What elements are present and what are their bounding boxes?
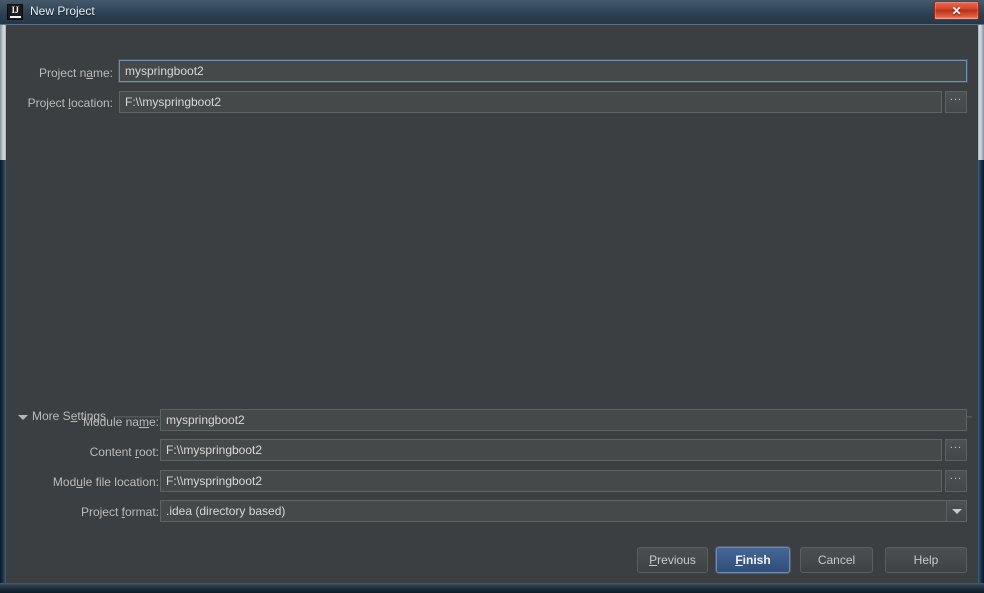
content-root-input[interactable]: F:\\myspringboot2 <box>160 439 942 461</box>
project-name-input[interactable]: myspringboot2 <box>119 60 967 82</box>
new-project-dialog: IJ New Project ✕ Project name: myspringb… <box>0 0 984 593</box>
window-border-right-top <box>978 24 984 164</box>
chevron-down-icon[interactable] <box>946 501 966 521</box>
window-border-right-bottom <box>978 160 984 593</box>
previous-button[interactable]: Previous <box>637 547 708 573</box>
module-file-location-input[interactable]: F:\\myspringboot2 <box>160 470 942 492</box>
window-border-bottom <box>0 583 984 593</box>
content-root-browse-button[interactable]: ... <box>945 439 967 461</box>
dialog-content: Project name: myspringboot2 Project loca… <box>6 25 978 583</box>
title-bar[interactable]: IJ New Project ✕ <box>0 0 984 25</box>
project-location-label: Project location: <box>27 96 113 110</box>
project-format-label: Project format: <box>80 505 159 519</box>
intellij-idea-icon: IJ <box>7 4 23 20</box>
project-location-input[interactable]: F:\\myspringboot2 <box>119 91 942 113</box>
module-file-location-label: Module file location: <box>52 475 159 489</box>
module-name-input[interactable]: myspringboot2 <box>160 409 967 431</box>
close-button[interactable]: ✕ <box>934 1 979 20</box>
finish-button[interactable]: Finish <box>716 547 790 573</box>
project-location-browse-button[interactable]: ... <box>945 91 967 113</box>
module-name-label: Module name: <box>82 415 159 429</box>
project-name-label: Project name: <box>38 66 113 80</box>
cancel-button[interactable]: Cancel <box>800 547 873 573</box>
window-title: New Project <box>30 4 95 18</box>
help-button[interactable]: Help <box>885 547 967 573</box>
project-format-select[interactable]: .idea (directory based) <box>160 500 967 522</box>
close-icon: ✕ <box>951 4 962 18</box>
module-file-location-browse-button[interactable]: ... <box>945 470 967 492</box>
content-root-label: Content root: <box>89 445 159 459</box>
